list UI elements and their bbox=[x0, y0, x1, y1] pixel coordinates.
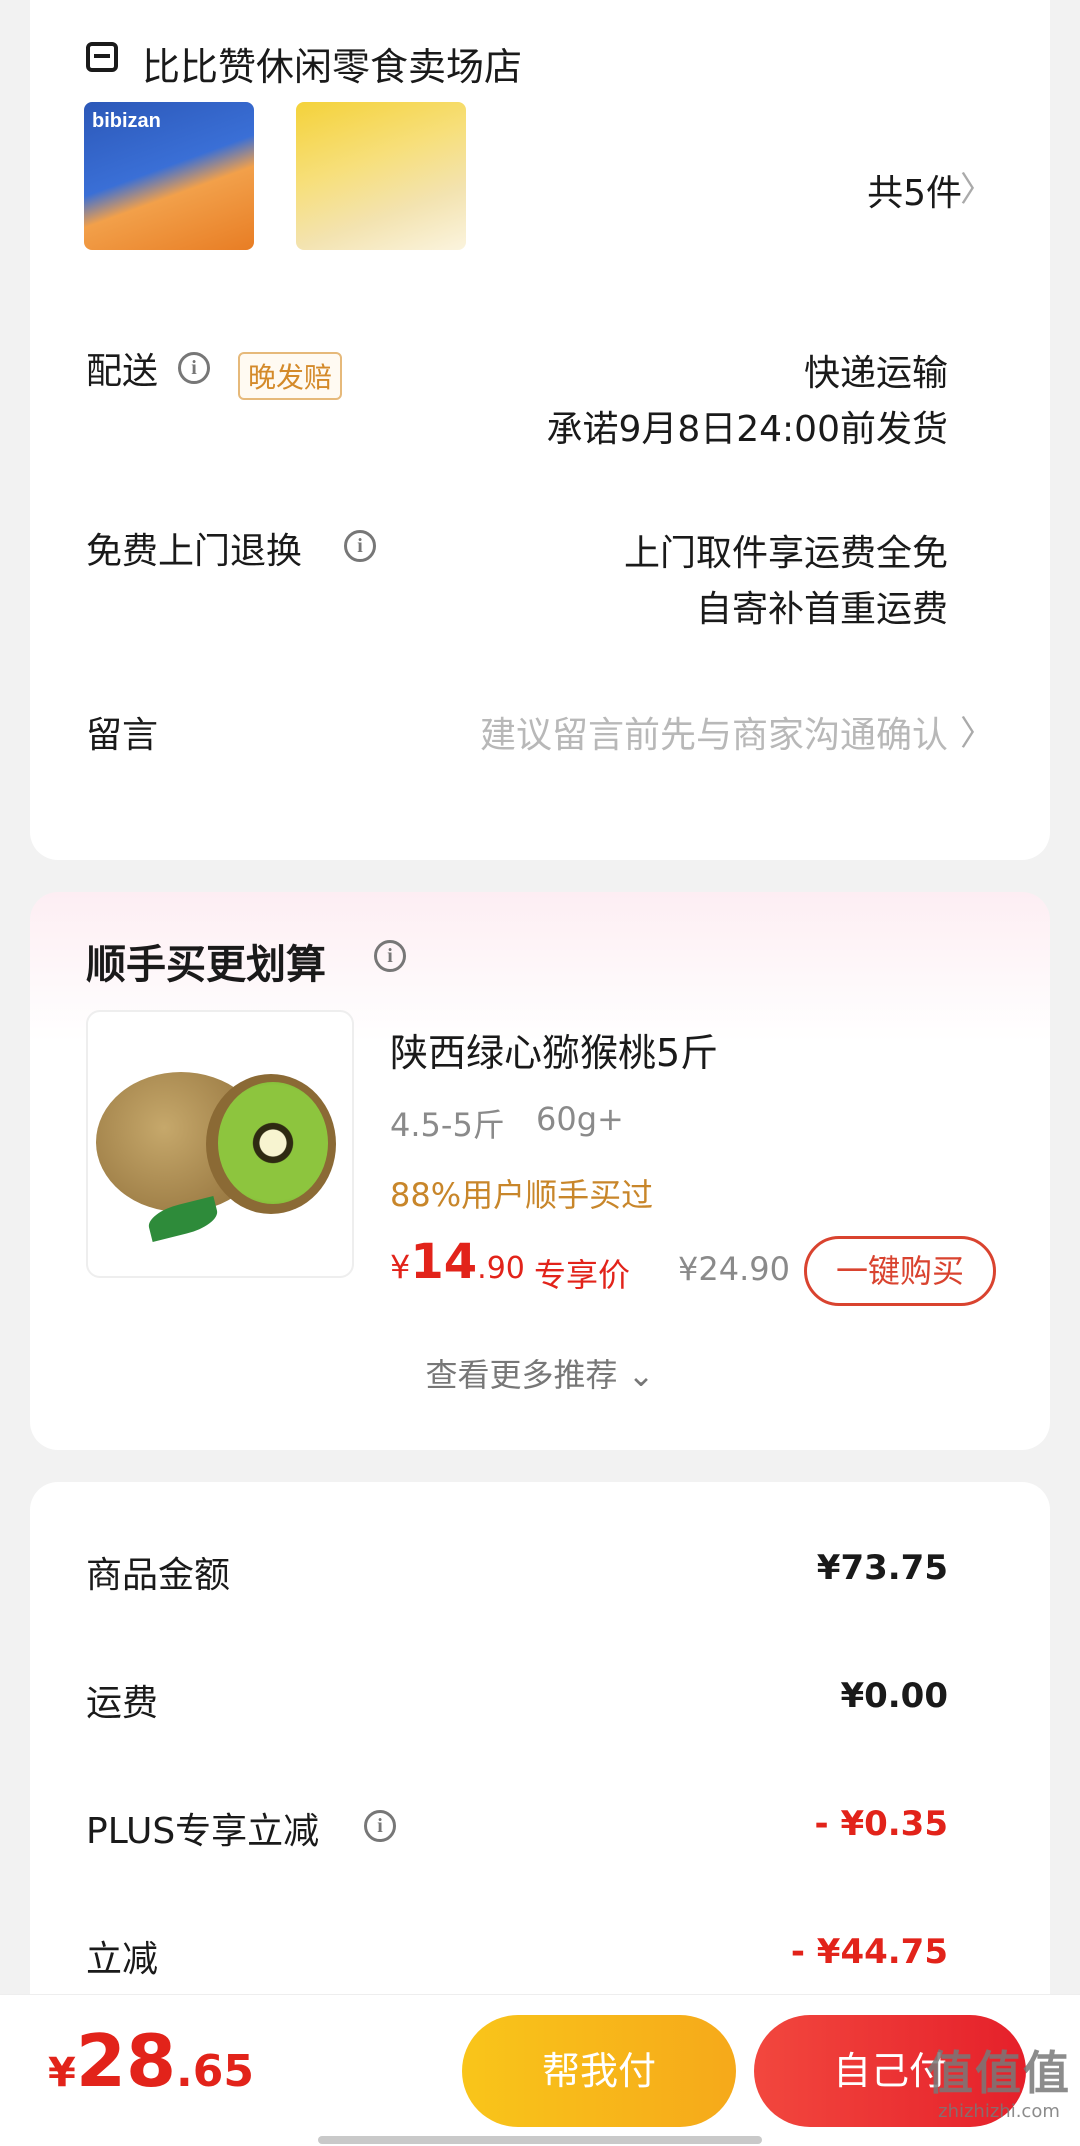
store-name[interactable]: 比比赞休闲零食卖场店 bbox=[142, 36, 522, 91]
info-icon[interactable]: i bbox=[344, 530, 376, 562]
item-count[interactable]: 共5件 bbox=[867, 164, 962, 216]
social-proof-text: 88%用户顺手买过 bbox=[390, 1176, 654, 1214]
delivery-label: 配送 bbox=[86, 351, 159, 392]
info-icon[interactable]: i bbox=[364, 1810, 396, 1842]
exclusive-price-tag: 专享价 bbox=[534, 1256, 631, 1294]
total-currency: ¥ bbox=[48, 2050, 76, 2096]
product-thumbnail[interactable]: bibizan bbox=[84, 102, 254, 250]
message-label: 留言 bbox=[86, 715, 159, 756]
kiwi-product-image[interactable] bbox=[86, 1010, 354, 1278]
watermark-url: zhizhizhi.com bbox=[938, 2101, 1060, 2122]
chevron-right-icon[interactable]: 〉 bbox=[960, 706, 994, 755]
plus-discount-value: - ¥0.35 bbox=[814, 1804, 949, 1844]
free-return-label: 免费上门退换 bbox=[86, 531, 303, 572]
plus-discount-label: PLUS专享立减 bbox=[86, 1811, 320, 1852]
price-currency: ¥ bbox=[390, 1248, 411, 1286]
info-icon[interactable]: i bbox=[374, 940, 406, 972]
delivery-promise: 承诺9月8日24:00前发货 bbox=[546, 409, 948, 450]
delivery-method: 快递运输 bbox=[803, 353, 948, 394]
store-icon bbox=[86, 42, 118, 72]
help-me-pay-button[interactable]: 帮我付 bbox=[462, 2015, 736, 2127]
shipping-fee-label: 运费 bbox=[86, 1683, 159, 1724]
site-watermark: 值值值 zhizhizhi.com bbox=[924, 2037, 1074, 2122]
total-price: ¥28.65 bbox=[48, 2019, 254, 2103]
goods-amount-label: 商品金额 bbox=[86, 1555, 231, 1596]
price-decimal: .90 bbox=[477, 1251, 525, 1286]
checkout-bar: ¥28.65 帮我付 自己付 值值值 zhizhizhi.com bbox=[0, 1994, 1080, 2146]
instant-discount-label: 立减 bbox=[86, 1939, 159, 1980]
instant-discount-value: - ¥44.75 bbox=[790, 1932, 948, 1972]
late-compensation-badge: 晚发赔 bbox=[238, 352, 343, 400]
recommend-product-name[interactable]: 陕西绿心猕猴桃5斤 bbox=[390, 1022, 718, 1077]
recommendation-title: 顺手买更划算 bbox=[86, 942, 326, 988]
goods-amount-value: ¥73.75 bbox=[816, 1548, 948, 1588]
recommend-price: ¥14.90 bbox=[390, 1234, 525, 1290]
info-icon[interactable]: i bbox=[178, 352, 210, 384]
store-card: 比比赞休闲零食卖场店 bibizan 共5件 〉 配送 i 晚发赔 快递运输 承… bbox=[30, 0, 1050, 860]
total-decimal: .65 bbox=[176, 2046, 254, 2097]
recommendation-card: 顺手买更划算 i 陕西绿心猕猴桃5斤 4.5-5斤 60g+ 88%用户顺手买过… bbox=[30, 892, 1050, 1450]
price-integer: 14 bbox=[410, 1234, 478, 1290]
total-integer: 28 bbox=[75, 2019, 177, 2103]
product-spec-weight: 4.5-5斤 bbox=[390, 1106, 505, 1144]
product-spec-size: 60g+ bbox=[536, 1100, 624, 1138]
return-self-send-text: 自寄补首重运费 bbox=[695, 589, 948, 630]
one-click-buy-button[interactable]: 一键购买 bbox=[804, 1236, 996, 1306]
watermark-logo: 值值值 bbox=[927, 2046, 1071, 2100]
home-indicator[interactable] bbox=[318, 2136, 762, 2144]
return-pickup-text: 上门取件享运费全免 bbox=[623, 533, 948, 574]
kiwi-cut-icon bbox=[218, 1082, 328, 1204]
shipping-fee-value: ¥0.00 bbox=[840, 1676, 948, 1716]
product-thumbnail[interactable] bbox=[296, 102, 466, 250]
more-recommendations-link[interactable]: 查看更多推荐 ⌄ bbox=[30, 1350, 1050, 1396]
original-price: ¥24.90 bbox=[678, 1250, 790, 1288]
message-input[interactable]: 建议留言前先与商家沟通确认 bbox=[480, 706, 948, 758]
thumbnail-brand: bibizan bbox=[92, 110, 161, 132]
chevron-right-icon[interactable]: 〉 bbox=[960, 162, 994, 211]
